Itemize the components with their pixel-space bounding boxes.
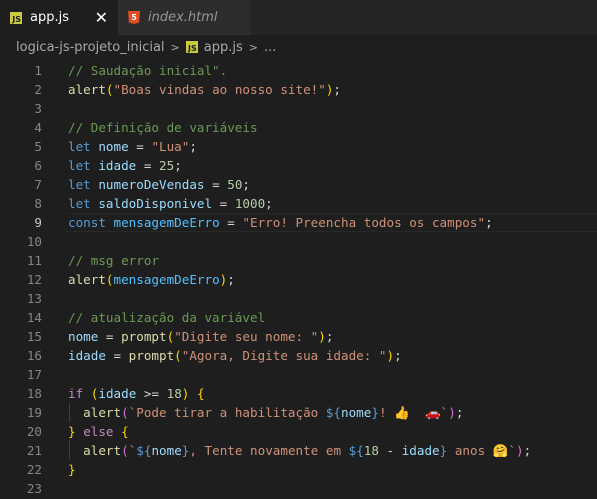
code-line-14: 14 // atualização da variável [0,308,597,327]
number-literal: 25 [159,158,175,173]
line-number: 11 [26,253,42,268]
code-line-5: 5 let nome = "Lua"; [0,137,597,156]
string-literal: "Boas vindas ao nosso site!" [113,82,326,97]
code-line-3: 3 [0,99,597,118]
code-line-6: 6 let idade = 25; [0,156,597,175]
variable-name: idade [98,158,137,173]
line-number: 9 [34,215,42,230]
line-number: 5 [34,139,42,154]
keyword: else [83,424,114,439]
constant-name: mensagemDeErro [113,215,220,230]
line-number: 22 [26,462,42,477]
variable-name: nome [341,404,372,420]
code-line-2: 2 alert("Boas vindas ao nosso site!"); [0,80,597,99]
line-number: 12 [26,272,42,287]
editor-tab-bar: JS app.js ✕ 5 index.html [0,0,597,36]
line-number: 3 [34,101,42,116]
number-literal: 1000 [234,196,266,211]
comment: // msg error [68,253,159,268]
variable-name: nome [68,329,99,344]
line-number: 20 [26,424,42,439]
number-literal: 18 [166,386,182,401]
string-literal: "Erro! Preencha todos os campos" [242,215,486,230]
variable-name: nome [151,442,182,458]
tab-label: index.html [148,10,218,25]
breadcrumb-symbols[interactable]: ... [264,40,276,55]
line-number: 23 [26,481,42,496]
template-string: , Tente novamente em [189,442,349,458]
breadcrumb-folder[interactable]: logica-js-projeto_inicial [16,40,165,55]
tab-app-js[interactable]: JS app.js ✕ [0,0,118,35]
number-literal: 18 [363,442,379,458]
variable-name: idade [401,442,440,458]
code-line-20: 20 } else { [0,422,597,441]
line-number: 1 [34,63,42,78]
code-line-11: 11 // msg error [0,251,597,270]
code-editor[interactable]: 1 // Saudação inicial". 2 alert("Boas vi… [0,61,597,498]
line-number: 19 [26,405,42,420]
code-line-1: 1 // Saudação inicial". [0,61,597,80]
string-literal: "Lua" [151,139,190,154]
function-name: prompt [121,329,167,344]
code-line-9: 9 const mensagemDeErro = "Erro! Preencha… [0,213,597,232]
line-number: 13 [26,291,42,306]
line-number: 7 [34,177,42,192]
variable-name: saldoDisponivel [98,196,213,211]
string-literal: "Digite seu nome: " [174,329,319,344]
code-line-17: 17 [0,365,597,384]
line-number: 15 [26,329,42,344]
comment: // Definição de variáveis [68,120,258,135]
template-string: anos 🤗` [447,442,516,458]
tab-label: app.js [30,10,69,25]
template-string: `Pode tirar a habilitação [128,404,326,420]
line-number: 2 [34,82,42,97]
chevron-right-icon: > [170,40,180,54]
code-line-15: 15 nome = prompt("Digite seu nome: "); [0,327,597,346]
function-name: prompt [128,348,175,363]
line-number: 6 [34,158,42,173]
variable-name: numeroDeVendas [98,177,205,192]
comment: // Saudação inicial". [68,63,228,78]
function-name: alert [83,442,122,458]
variable-name: idade [68,348,106,363]
line-number: 18 [26,386,42,401]
line-number: 14 [26,310,42,325]
js-file-icon: JS [185,41,198,53]
code-line-18: 18 if (idade >= 18) { [0,384,597,403]
function-name: alert [68,82,106,97]
variable-name: idade [98,386,137,401]
template-string: ! 👍 🚗` [378,404,449,420]
html5-file-icon: 5 [128,11,140,24]
line-number: 16 [26,348,42,363]
breadcrumb: logica-js-projeto_inicial > JS app.js > … [0,36,597,58]
variable-name: nome [98,139,129,154]
js-file-icon: JS [10,11,22,24]
function-name: alert [83,404,122,420]
chevron-right-icon: > [248,40,258,54]
code-line-8: 8 let saldoDisponivel = 1000; [0,194,597,213]
code-line-10: 10 [0,232,597,251]
code-line-7: 7 let numeroDeVendas = 50; [0,175,597,194]
line-number: 17 [26,367,42,382]
string-literal: "Agora, Digite sua idade: " [181,348,387,363]
constant-name: mensagemDeErro [113,272,220,287]
code-line-16: 16 idade = prompt("Agora, Digite sua ida… [0,346,597,365]
code-line-13: 13 [0,289,597,308]
code-line-23: 23 [0,479,597,498]
line-number: 21 [26,443,42,458]
function-name: alert [68,272,106,287]
tab-index-html[interactable]: 5 index.html [118,0,250,35]
line-number: 4 [34,120,42,135]
code-line-4: 4 // Definição de variáveis [0,118,597,137]
code-line-19: 19 alert(`Pode tirar a habilitação ${nom… [0,403,597,422]
line-number: 10 [26,234,42,249]
number-literal: 50 [227,177,243,192]
code-line-12: 12 alert(mensagemDeErro); [0,270,597,289]
close-icon[interactable]: ✕ [95,9,108,26]
comment: // atualização da variável [68,310,266,325]
code-line-21: 21 alert(`${nome}, Tente novamente em ${… [0,441,597,460]
line-number: 8 [34,196,42,211]
code-line-22: 22 } [0,460,597,479]
breadcrumb-file[interactable]: app.js [204,40,243,55]
